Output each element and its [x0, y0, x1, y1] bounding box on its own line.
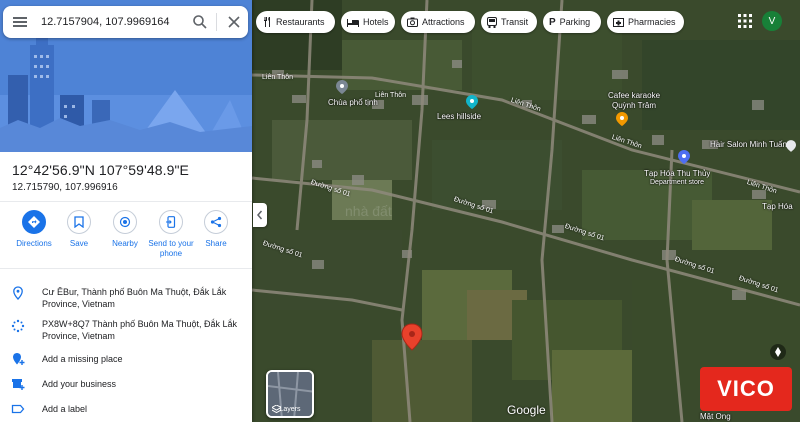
cafe-pin-icon[interactable] — [616, 112, 628, 126]
compass-icon[interactable] — [770, 344, 786, 360]
place-label[interactable]: Tạp Hóa — [762, 202, 793, 211]
nearby-icon — [119, 216, 131, 228]
fork-knife-icon — [264, 17, 270, 27]
google-logo: Google — [507, 403, 546, 417]
nearby-button[interactable]: Nearby — [99, 210, 151, 249]
directions-icon — [28, 216, 40, 228]
road-label: Liên Thôn — [262, 74, 294, 81]
divider — [0, 201, 252, 202]
send-to-phone-icon — [166, 216, 176, 228]
place-label[interactable]: Lees hillside — [437, 112, 481, 121]
address-text: Cư ÊBur, Thành phố Buôn Ma Thuột, Đắk Lắ… — [42, 287, 227, 309]
bed-icon — [347, 18, 359, 27]
decimal-coordinates[interactable]: 12.715790, 107.996916 — [12, 182, 189, 193]
action-bar: Directions Save Nearby Send to your phon… — [0, 210, 252, 262]
brand-badge: VICO — [700, 367, 792, 411]
chip-parking[interactable]: P Parking — [543, 11, 601, 33]
parking-icon: P — [549, 16, 556, 28]
share-button[interactable]: Share — [190, 210, 242, 249]
label-icon — [11, 404, 25, 414]
road-label: Liên Thôn — [375, 92, 407, 99]
share-icon — [210, 216, 222, 228]
apps-grid-icon[interactable] — [737, 13, 753, 29]
camera-pin-icon[interactable] — [466, 95, 478, 109]
page-title: 12°42'56.9"N 107°59'48.9"E — [12, 162, 189, 178]
chevron-left-icon — [257, 210, 263, 220]
storefront-icon — [12, 379, 25, 390]
menu-icon[interactable] — [11, 13, 29, 31]
search-input[interactable] — [41, 13, 181, 31]
satellite-imagery — [252, 0, 800, 422]
place-panel: 12°42'56.9"N 107°59'48.9"E 12.715790, 10… — [0, 0, 252, 422]
add-business-text: Add your business — [42, 379, 117, 389]
place-label[interactable]: Cafee karaoke Quỳnh Trâm — [608, 91, 660, 111]
bookmark-icon — [74, 216, 84, 228]
collapse-panel-button[interactable] — [253, 203, 267, 227]
camera-icon — [407, 17, 418, 27]
place-label[interactable]: Hair Salon Minh Tuấn — [710, 140, 787, 149]
search-icon[interactable] — [191, 13, 209, 31]
divider — [0, 268, 252, 269]
location-pin-icon — [13, 286, 23, 300]
place-category: Department store — [650, 179, 705, 186]
place-label[interactable]: Mật Ong — [700, 412, 731, 421]
map-canvas[interactable] — [252, 0, 800, 422]
chip-attractions[interactable]: Attractions — [401, 11, 475, 33]
place-of-worship-icon[interactable] — [336, 80, 348, 94]
coordinates-header: 12°42'56.9"N 107°59'48.9"E 12.715790, 10… — [12, 162, 189, 193]
layers-button[interactable]: Layers — [266, 370, 314, 418]
pharmacy-icon — [613, 18, 624, 27]
add-place-icon — [13, 353, 25, 365]
save-button[interactable]: Save — [53, 210, 105, 249]
chip-transit[interactable]: Transit — [481, 11, 537, 33]
shopping-pin-icon[interactable] — [678, 150, 690, 164]
search-box[interactable] — [3, 6, 248, 38]
bus-icon — [487, 16, 497, 28]
map-watermark: nhà đất — [345, 203, 392, 219]
add-label-text: Add a label — [42, 404, 88, 414]
plus-code-icon — [11, 319, 25, 333]
chip-hotels[interactable]: Hotels — [341, 11, 395, 33]
avatar[interactable]: V — [762, 11, 782, 31]
chip-pharmacies[interactable]: Pharmacies — [607, 11, 684, 33]
plus-code-text: PX8W+8Q7 Thành phố Buôn Ma Thuột, Đắk Lắ… — [42, 319, 238, 341]
place-label[interactable]: Tạp Hóa Thu Thủy — [644, 169, 710, 178]
add-missing-place-text: Add a missing place — [42, 354, 123, 364]
salon-pin-icon[interactable] — [786, 140, 796, 152]
close-icon[interactable] — [225, 13, 243, 31]
chip-restaurants[interactable]: Restaurants — [256, 11, 335, 33]
place-label[interactable]: Chùa phổ tịnh — [328, 98, 378, 107]
divider — [216, 13, 217, 31]
